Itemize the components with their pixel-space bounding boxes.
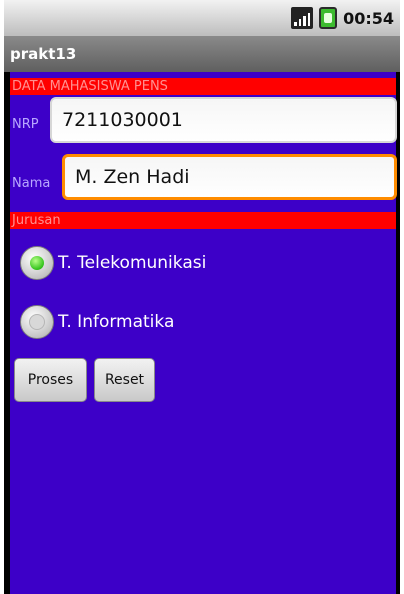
nrp-label: NRP [12, 117, 39, 132]
status-time: 00:54 [343, 8, 394, 28]
jurusan-header: Jurusan [10, 212, 396, 229]
radio-label: T. Informatika [58, 312, 175, 332]
status-icons: 00:54 [291, 0, 394, 36]
app-title: prakt13 [10, 45, 77, 63]
nama-field[interactable]: M. Zen Hadi [62, 154, 397, 200]
radio-option-telekomunikasi[interactable]: T. Telekomunikasi [20, 246, 206, 280]
signal-icon [291, 7, 314, 29]
reset-button[interactable]: Reset [94, 358, 155, 402]
proses-button[interactable]: Proses [14, 358, 87, 402]
main-content: DATA MAHASISWA PENS NRP 7211030001 Nama … [10, 72, 397, 594]
radio-button[interactable] [20, 246, 54, 280]
form-header: DATA MAHASISWA PENS [10, 78, 396, 95]
nrp-field[interactable]: 7211030001 [50, 97, 397, 143]
radio-label: T. Telekomunikasi [58, 253, 207, 273]
status-bar: 00:54 [4, 0, 400, 36]
radio-unselected-dot [29, 314, 45, 330]
device-frame: 00:54 prakt13 DATA MAHASISWA PENS NRP 72… [4, 0, 400, 594]
radio-button[interactable] [20, 305, 54, 339]
nama-label: Nama [12, 176, 51, 191]
radio-selected-dot [30, 256, 44, 270]
battery-icon [319, 7, 338, 29]
app-title-bar: prakt13 [4, 36, 400, 72]
radio-option-informatika[interactable]: T. Informatika [20, 305, 174, 339]
